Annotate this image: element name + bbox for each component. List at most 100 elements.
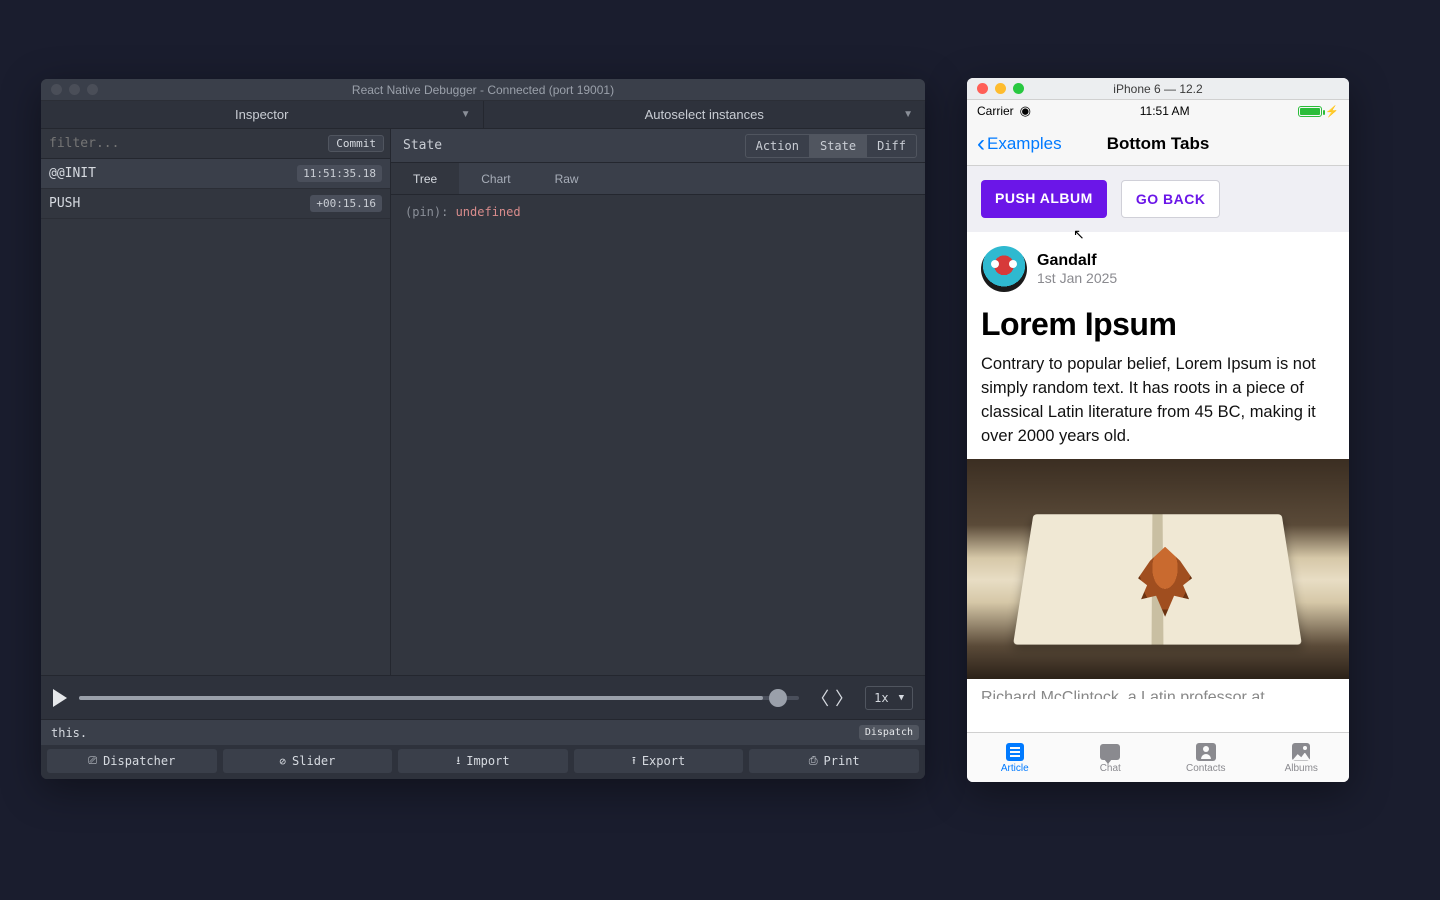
tab-contacts-label: Contacts (1186, 763, 1225, 774)
action-item-init[interactable]: @@INIT 11:51:35.18 (41, 159, 390, 189)
tab-autoselect[interactable]: Autoselect instances ▼ (484, 101, 926, 128)
step-back-icon[interactable]: 〈 (811, 685, 829, 711)
dispatcher-label: Dispatcher (103, 754, 175, 768)
window-title: React Native Debugger - Connected (port … (352, 83, 614, 97)
action-timestamp: 11:51:35.18 (297, 165, 382, 182)
subtab-raw[interactable]: Raw (533, 163, 601, 194)
tab-inspector[interactable]: Inspector ▼ (41, 101, 484, 128)
play-icon[interactable] (53, 689, 67, 707)
commit-button[interactable]: Commit (328, 135, 384, 152)
ios-status-bar: Carrier ◉ 11:51 AM ⚡ (967, 100, 1349, 122)
timeline-track[interactable] (79, 696, 799, 700)
tab-article-label: Article (1001, 763, 1029, 774)
chevron-down-icon[interactable]: ▼ (461, 109, 471, 120)
colon: : (441, 205, 455, 219)
subtab-tree[interactable]: Tree (391, 163, 459, 194)
pin-label[interactable]: (pin) (405, 205, 441, 219)
publish-date: 1st Jan 2025 (1037, 270, 1117, 286)
bottom-buttons: ⎚Dispatcher ⊘Slider ⭳ Import ⭱Export ⎙Pri… (41, 745, 925, 779)
chevron-down-icon[interactable]: ▼ (903, 109, 913, 120)
article-truncated: Richard McClintock, a Latin professor at (967, 679, 1349, 699)
tree-body: (pin): undefined (391, 195, 925, 675)
state-header: State Action State Diff (391, 129, 925, 163)
speed-label: 1x (874, 691, 888, 705)
nav-bar: ‹ Examples Bottom Tabs (967, 122, 1349, 166)
chevron-down-icon: ▼ (899, 693, 904, 703)
action-pane: Commit @@INIT 11:51:35.18 PUSH +00:15.16 (41, 129, 391, 675)
view-segment: Action State Diff (745, 134, 917, 158)
back-button[interactable]: ‹ Examples (977, 132, 1062, 156)
sim-titlebar[interactable]: iPhone 6 — 12.2 (967, 78, 1349, 100)
state-pane: State Action State Diff Tree Chart Raw (… (391, 129, 925, 675)
state-subtabs: Tree Chart Raw (391, 163, 925, 195)
timeline-knob[interactable] (769, 689, 787, 707)
subtab-chart[interactable]: Chart (459, 163, 532, 194)
cli-row: this. Dispatch (41, 719, 925, 745)
tab-albums-label: Albums (1285, 763, 1318, 774)
author-row: Gandalf 1st Jan 2025 (967, 232, 1349, 298)
timeline-fill (79, 696, 763, 700)
article-icon (1006, 743, 1024, 761)
seg-action[interactable]: Action (746, 135, 810, 157)
close-icon[interactable] (977, 83, 988, 94)
seg-diff[interactable]: Diff (867, 135, 916, 157)
slider-button[interactable]: ⊘Slider (223, 749, 393, 773)
action-area: PUSH ALBUM GO BACK ↖ (967, 166, 1349, 232)
push-album-button[interactable]: PUSH ALBUM (981, 180, 1107, 218)
avatar (981, 246, 1027, 292)
battery-icon (1298, 106, 1322, 117)
bottom-tabs: Article Chat Contacts Albums (967, 732, 1349, 782)
window-controls[interactable] (977, 83, 1024, 94)
article-headline: Lorem Ipsum (967, 298, 1349, 349)
tab-article[interactable]: Article (967, 733, 1063, 782)
tab-chat[interactable]: Chat (1063, 733, 1159, 782)
window-controls[interactable] (51, 84, 98, 95)
minimize-icon[interactable] (995, 83, 1006, 94)
close-icon[interactable] (51, 84, 62, 95)
debugger-titlebar[interactable]: React Native Debugger - Connected (port … (41, 79, 925, 101)
speed-select[interactable]: 1x ▼ (865, 686, 913, 710)
step-forward-icon[interactable]: 〉 (835, 685, 853, 711)
albums-icon (1292, 743, 1310, 761)
contacts-icon (1196, 743, 1216, 761)
filter-input[interactable] (49, 136, 328, 151)
print-button[interactable]: ⎙Print (749, 749, 919, 773)
export-button[interactable]: ⭱Export (574, 749, 744, 773)
print-icon: ⎙ (809, 754, 818, 768)
carrier-label: Carrier (977, 104, 1014, 118)
top-tabs: Inspector ▼ Autoselect instances ▼ (41, 101, 925, 129)
article-body: Contrary to popular belief, Lorem Ipsum … (967, 349, 1349, 459)
action-timestamp: +00:15.16 (310, 195, 382, 212)
step-arrows: 〈 〉 (811, 685, 853, 711)
import-label: Import (466, 754, 509, 768)
action-name: PUSH (49, 196, 80, 211)
main-split: Commit @@INIT 11:51:35.18 PUSH +00:15.16… (41, 129, 925, 675)
chevron-left-icon: ‹ (977, 132, 985, 156)
action-list: @@INIT 11:51:35.18 PUSH +00:15.16 (41, 159, 390, 675)
tab-inspector-label: Inspector (235, 107, 288, 122)
import-button[interactable]: ⭳ Import (398, 749, 568, 773)
go-back-button[interactable]: GO BACK (1121, 180, 1221, 218)
pin-value: undefined (456, 205, 521, 219)
tab-contacts[interactable]: Contacts (1158, 733, 1254, 782)
export-icon: ⭱ (632, 752, 636, 771)
seg-state[interactable]: State (810, 135, 867, 157)
debugger-window: React Native Debugger - Connected (port … (41, 79, 925, 779)
charging-icon: ⚡ (1325, 105, 1339, 118)
action-item-push[interactable]: PUSH +00:15.16 (41, 189, 390, 219)
cli-input[interactable]: this. (51, 726, 87, 740)
state-label: State (403, 138, 442, 153)
dispatcher-button[interactable]: ⎚Dispatcher (47, 749, 217, 773)
status-time: 11:51 AM (1140, 104, 1190, 118)
import-icon: ⭳ (456, 752, 460, 771)
zoom-icon[interactable] (1013, 83, 1024, 94)
simulator-window: iPhone 6 — 12.2 Carrier ◉ 11:51 AM ⚡ ‹ E… (967, 78, 1349, 782)
tab-autoselect-label: Autoselect instances (645, 107, 764, 122)
slider-icon: ⊘ (279, 755, 286, 768)
filter-row: Commit (41, 129, 390, 159)
zoom-icon[interactable] (87, 84, 98, 95)
tab-albums[interactable]: Albums (1254, 733, 1350, 782)
dispatch-button[interactable]: Dispatch (859, 725, 919, 740)
minimize-icon[interactable] (69, 84, 80, 95)
wifi-icon: ◉ (1020, 103, 1031, 119)
